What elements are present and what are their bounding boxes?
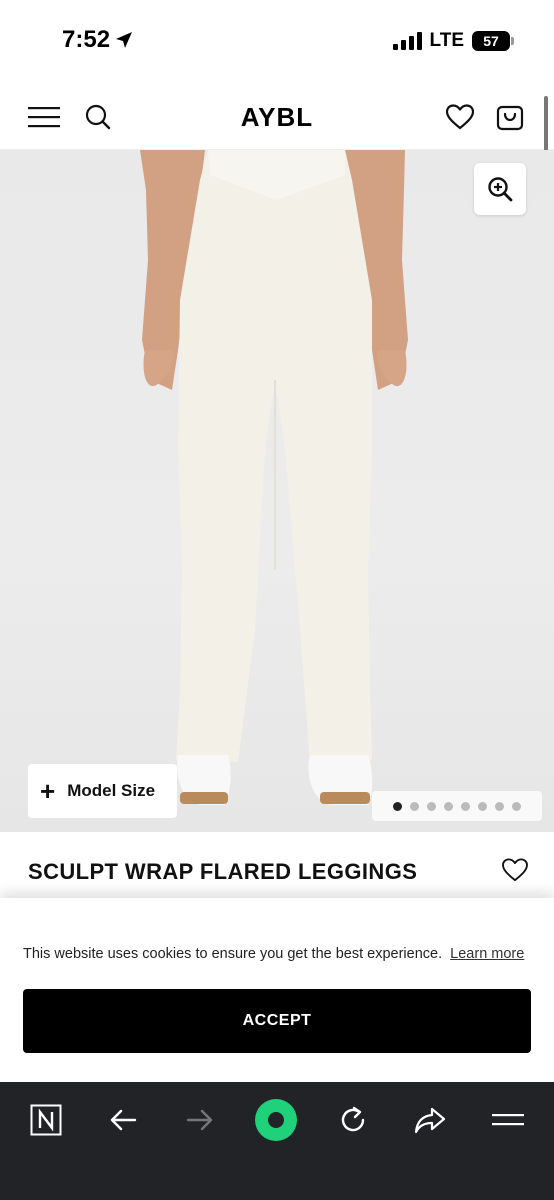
status-time: 7:52: [62, 26, 134, 54]
cookie-message-text: This website uses cookies to ensure you …: [23, 946, 443, 962]
gallery-dot[interactable]: [393, 801, 402, 811]
zoom-in-icon: [488, 177, 513, 202]
cookie-message: This website uses cookies to ensure you …: [23, 946, 524, 962]
n-app-icon[interactable]: [24, 1098, 68, 1142]
cookie-banner: This website uses cookies to ensure you …: [0, 898, 554, 1082]
menu-lines-icon[interactable]: [486, 1098, 530, 1142]
add-to-wishlist-heart-icon[interactable]: [502, 858, 528, 887]
zoom-button[interactable]: [474, 163, 526, 215]
gallery-dot[interactable]: [444, 801, 453, 811]
gallery-dot[interactable]: [410, 801, 419, 811]
product-title: SCULPT WRAP FLARED LEGGINGS: [28, 859, 418, 884]
gallery-dot[interactable]: [495, 801, 504, 811]
site-header: AYBL: [0, 84, 554, 150]
accept-cookies-button[interactable]: ACCEPT: [23, 989, 531, 1053]
model-size-button[interactable]: + Model Size: [28, 764, 177, 818]
product-image[interactable]: + Model Size: [0, 150, 554, 832]
location-arrow-icon: [116, 32, 133, 48]
battery-icon: 57: [472, 31, 514, 51]
network-type: LTE: [429, 30, 464, 51]
learn-more-link[interactable]: Learn more: [450, 946, 524, 962]
product-photo: [140, 150, 408, 805]
model-size-label: Model Size: [67, 781, 156, 800]
gallery-dot[interactable]: [512, 801, 521, 811]
signal-icon: [392, 32, 422, 50]
gallery-pagination[interactable]: [372, 791, 542, 821]
record-icon[interactable]: [254, 1098, 298, 1142]
status-indicators: LTE 57: [392, 30, 514, 52]
wishlist-heart-icon[interactable]: [443, 100, 477, 134]
gallery-dot[interactable]: [427, 801, 436, 811]
status-bar: 7:52 LTE 57: [0, 0, 554, 84]
gallery-dot[interactable]: [461, 801, 470, 811]
gallery-dot[interactable]: [478, 801, 487, 811]
browser-toolbar: [0, 1082, 554, 1200]
back-arrow-icon[interactable]: [101, 1098, 145, 1142]
product-title-row: SCULPT WRAP FLARED LEGGINGS: [0, 832, 554, 898]
plus-icon: +: [40, 776, 56, 806]
status-time-text: 7:52: [62, 26, 111, 53]
forward-arrow-icon[interactable]: [178, 1098, 222, 1142]
reload-icon[interactable]: [331, 1098, 375, 1142]
shopping-bag-icon[interactable]: [493, 100, 527, 134]
share-icon[interactable]: [408, 1098, 452, 1142]
battery-level: 57: [483, 33, 499, 49]
